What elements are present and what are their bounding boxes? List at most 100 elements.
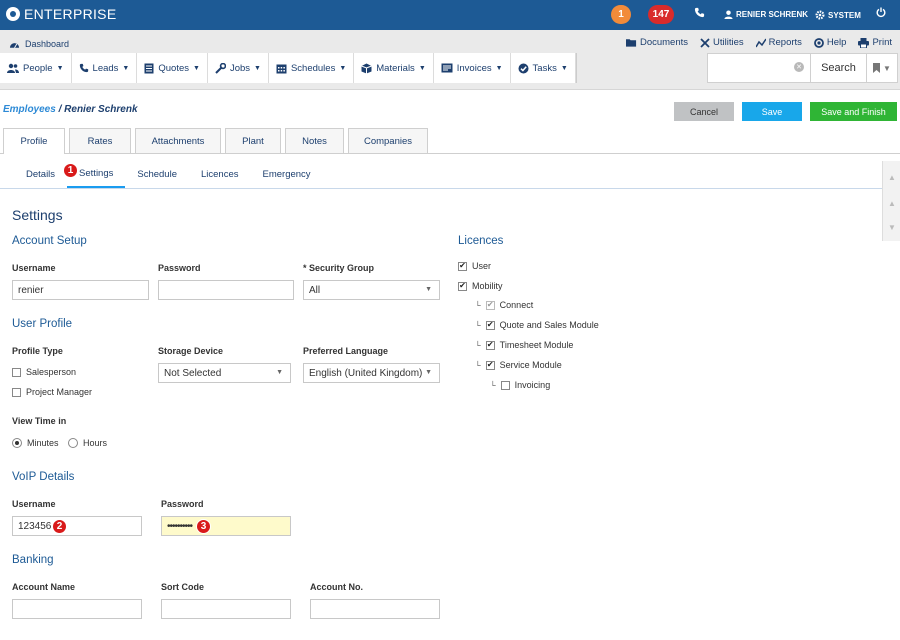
checkbox-checked[interactable]: ✔ bbox=[458, 261, 467, 271]
subtab-details[interactable]: Details bbox=[14, 160, 67, 188]
preferred-language-label: Preferred Language bbox=[303, 346, 389, 356]
tools-icon bbox=[700, 37, 710, 48]
checkbox-checked[interactable]: ✔ bbox=[485, 340, 495, 350]
storage-device-select[interactable]: Not Selected ▼ bbox=[158, 363, 291, 383]
checkbox-box[interactable] bbox=[12, 367, 21, 377]
breadcrumb-employees[interactable]: Employees bbox=[3, 104, 56, 115]
tab-plant[interactable]: Plant bbox=[225, 128, 281, 153]
checkbox-box[interactable] bbox=[12, 387, 21, 397]
licence-invoicing-label: Invoicing bbox=[514, 380, 551, 390]
tab-profile[interactable]: Profile bbox=[3, 128, 65, 154]
nav-jobs[interactable]: Jobs ▼ bbox=[207, 53, 269, 83]
power-icon[interactable] bbox=[876, 7, 886, 21]
view-time-label: View Time in bbox=[12, 416, 67, 426]
nav-quotes[interactable]: Quotes ▼ bbox=[137, 53, 208, 83]
user-icon bbox=[724, 10, 733, 19]
checkbox-checked[interactable]: ✔ bbox=[485, 320, 495, 330]
voip-password-field[interactable]: •••••••••• bbox=[161, 516, 291, 536]
user-menu[interactable]: RENIER SCHRENK bbox=[724, 10, 808, 19]
licence-invoicing[interactable]: └ Invoicing bbox=[490, 380, 550, 390]
subtab-emergency[interactable]: Emergency bbox=[251, 160, 323, 188]
licence-quote-sales[interactable]: └ ✔ Quote and Sales Module bbox=[475, 320, 599, 330]
notification-badge[interactable]: 1 bbox=[611, 5, 631, 24]
salesperson-label: Salesperson bbox=[26, 367, 77, 377]
reports-label: Reports bbox=[768, 37, 802, 48]
cancel-button[interactable]: Cancel bbox=[674, 102, 734, 121]
nav-materials[interactable]: Materials ▼ bbox=[354, 53, 434, 83]
people-icon bbox=[7, 63, 19, 73]
username-field[interactable]: renier bbox=[12, 280, 149, 300]
nav-people[interactable]: People ▼ bbox=[0, 53, 72, 83]
dashboard-label: Dashboard bbox=[25, 39, 70, 49]
alerts-badge[interactable]: 147 bbox=[648, 5, 674, 24]
nav-invoices[interactable]: Invoices ▼ bbox=[433, 53, 511, 83]
checkbox-box[interactable] bbox=[500, 380, 510, 390]
voip-username-field[interactable]: 123456 bbox=[12, 516, 142, 536]
tab-attachments[interactable]: Attachments bbox=[135, 128, 221, 153]
help-link[interactable]: Help bbox=[814, 37, 846, 48]
help-icon bbox=[814, 37, 824, 48]
nav-leads[interactable]: Leads ▼ bbox=[71, 53, 138, 83]
scroll-up-icon[interactable]: ▲ bbox=[883, 165, 900, 189]
sort-code-field[interactable] bbox=[161, 599, 291, 619]
box-icon bbox=[361, 63, 372, 73]
logo-icon bbox=[6, 7, 20, 21]
subtab-schedule[interactable]: Schedule bbox=[125, 160, 189, 188]
preferred-language-select[interactable]: English (United Kingdom) ▼ bbox=[303, 363, 440, 383]
breadcrumb-separator: / bbox=[55, 104, 65, 115]
subtab-licences[interactable]: Licences bbox=[189, 160, 251, 188]
account-name-label: Account Name bbox=[12, 582, 76, 592]
app-logo[interactable]: ENTERPRISE bbox=[6, 6, 116, 22]
check-circle-icon bbox=[518, 63, 529, 73]
scroll-down-icon[interactable]: ▼ bbox=[883, 215, 900, 239]
nav-schedules-label: Schedules bbox=[290, 62, 336, 74]
save-button[interactable]: Save bbox=[742, 102, 802, 121]
password-field[interactable] bbox=[158, 280, 294, 300]
security-group-select[interactable]: All ▼ bbox=[303, 280, 440, 300]
minutes-radio[interactable]: Minutes bbox=[12, 438, 59, 448]
project-manager-checkbox[interactable]: Project Manager bbox=[12, 387, 92, 397]
nav-tasks[interactable]: Tasks ▼ bbox=[510, 53, 576, 83]
reports-link[interactable]: Reports bbox=[755, 37, 802, 48]
user-name: RENIER SCHRENK bbox=[736, 10, 809, 19]
checkbox-checked-disabled: ✔ bbox=[485, 300, 495, 310]
checkbox-checked[interactable]: ✔ bbox=[485, 360, 495, 370]
account-name-field[interactable] bbox=[12, 599, 142, 619]
tab-companies[interactable]: Companies bbox=[348, 128, 428, 153]
print-link[interactable]: Print bbox=[858, 37, 892, 48]
caret-down-icon: ▼ bbox=[254, 64, 261, 72]
radio-button[interactable] bbox=[12, 438, 22, 448]
bookmark-button[interactable]: ▼ bbox=[867, 53, 898, 83]
checkbox-checked[interactable]: ✔ bbox=[458, 281, 467, 291]
step-marker-1: 1 bbox=[63, 163, 78, 178]
licence-user[interactable]: ✔ User bbox=[458, 261, 491, 271]
salesperson-checkbox[interactable]: Salesperson bbox=[12, 367, 76, 377]
licence-service[interactable]: └ ✔ Service Module bbox=[475, 360, 562, 370]
nav-schedules[interactable]: Schedules ▼ bbox=[268, 53, 355, 83]
save-and-finish-button[interactable]: Save and Finish bbox=[810, 102, 897, 121]
licence-timesheet[interactable]: └ ✔ Timesheet Module bbox=[475, 340, 573, 350]
scroll-up-icon[interactable]: ▲ bbox=[883, 191, 900, 215]
tree-branch-icon: └ bbox=[475, 360, 481, 370]
tab-notes[interactable]: Notes bbox=[285, 128, 344, 153]
radio-button[interactable] bbox=[68, 438, 78, 448]
documents-link[interactable]: Documents bbox=[625, 37, 688, 48]
phone-icon[interactable] bbox=[694, 7, 705, 21]
nav-invoices-label: Invoices bbox=[456, 62, 492, 74]
search-input[interactable]: ✕ bbox=[707, 53, 811, 83]
security-group-value: All bbox=[309, 284, 321, 296]
utilities-link[interactable]: Utilities bbox=[700, 37, 744, 48]
tab-rates[interactable]: Rates bbox=[69, 128, 131, 153]
dashboard-link[interactable]: Dashboard bbox=[9, 39, 69, 49]
licence-mobility[interactable]: ✔ Mobility bbox=[458, 281, 503, 291]
tree-branch-icon: └ bbox=[475, 340, 481, 350]
clear-icon[interactable]: ✕ bbox=[794, 62, 804, 72]
document-icon bbox=[144, 63, 154, 73]
utility-links: Documents Utilities Reports Help Print bbox=[625, 37, 892, 48]
search-button[interactable]: Search bbox=[811, 53, 867, 83]
hours-radio[interactable]: Hours bbox=[68, 438, 107, 448]
account-no-field[interactable] bbox=[310, 599, 440, 619]
dropdown-arrow-icon: ▼ bbox=[425, 369, 432, 376]
storage-device-label: Storage Device bbox=[158, 346, 224, 356]
system-menu[interactable]: SYSTEM bbox=[815, 10, 861, 20]
